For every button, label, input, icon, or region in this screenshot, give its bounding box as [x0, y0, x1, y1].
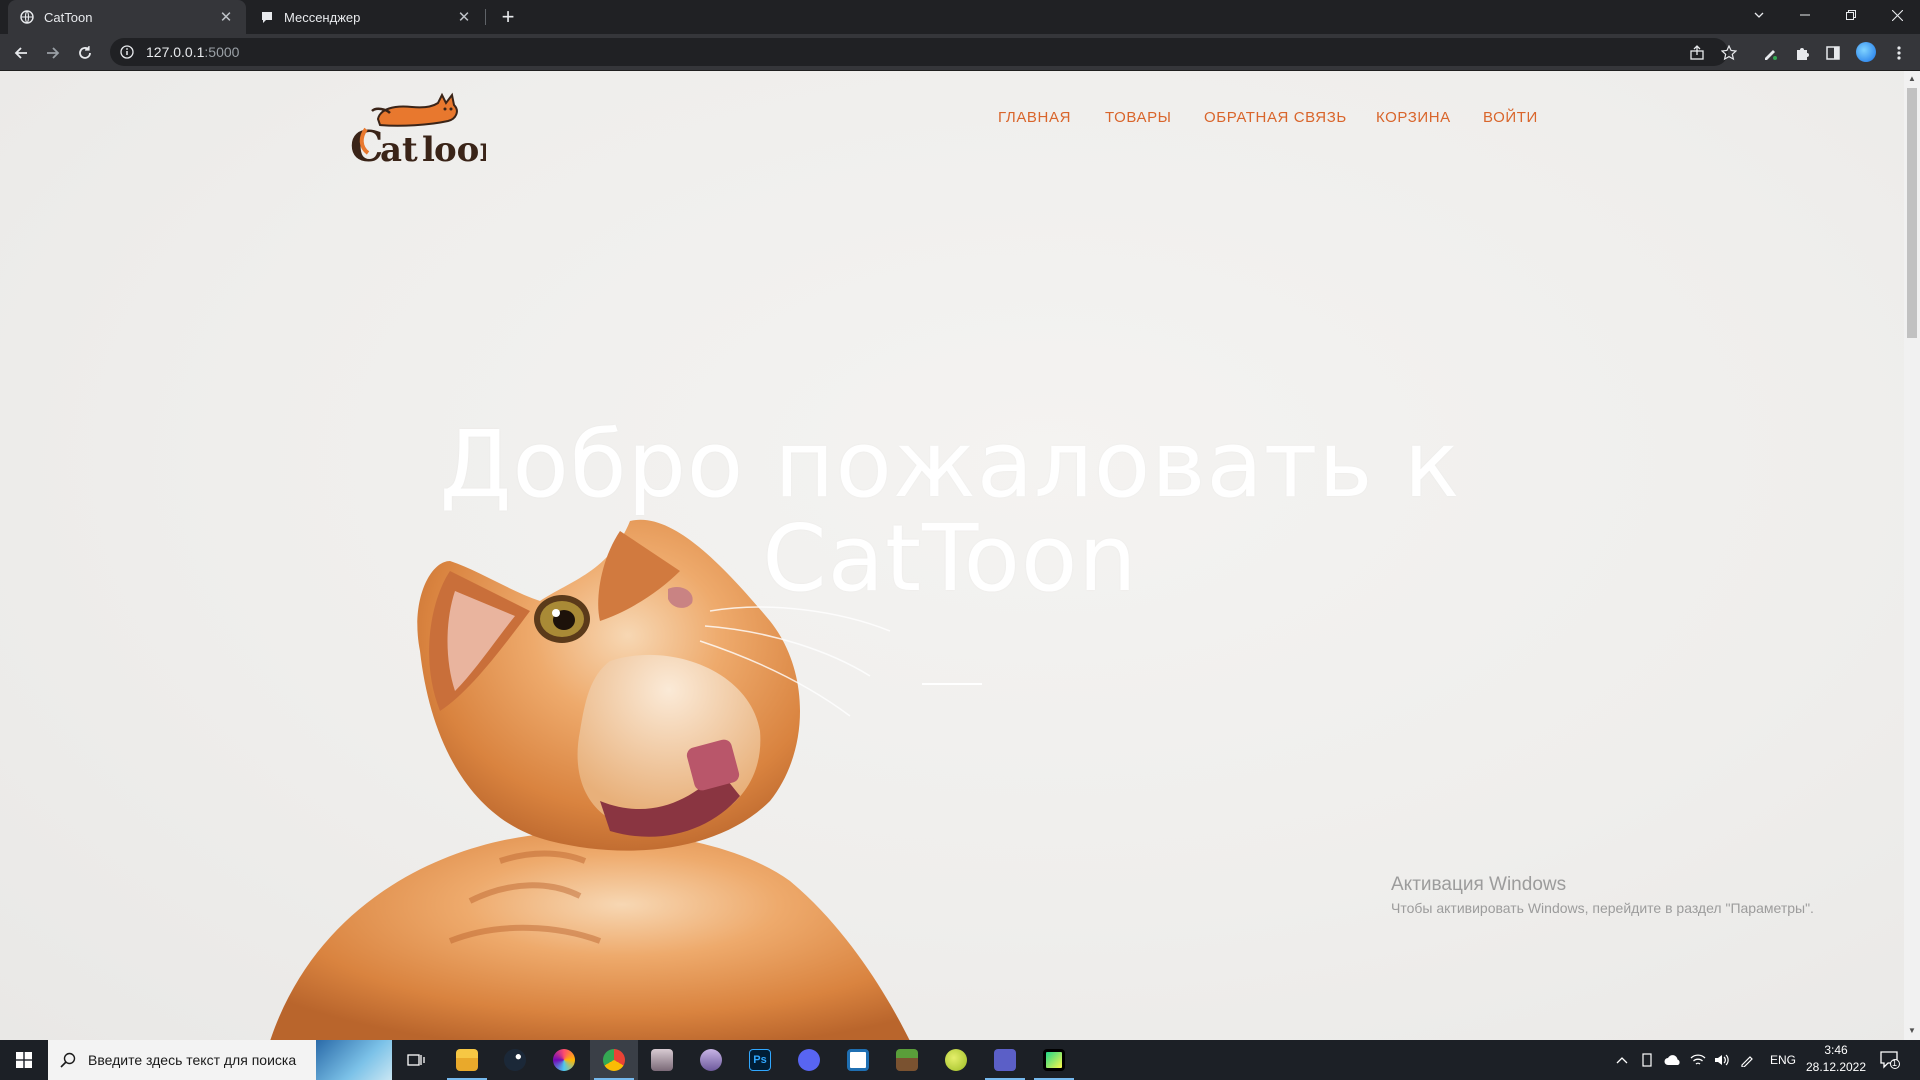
notification-count: 1: [1892, 1058, 1898, 1068]
watermark-title: Активация Windows: [1391, 874, 1567, 895]
system-clock[interactable]: 3:46 28.12.2022: [1802, 1042, 1870, 1076]
browser-tab-strip: CatToon ✕ Мессенджер ✕ +: [0, 0, 1920, 34]
pycharm-icon[interactable]: [1030, 1040, 1078, 1080]
tennis-ball-icon[interactable]: [932, 1040, 980, 1080]
windows-start-icon[interactable]: [0, 1040, 48, 1080]
wifi-icon[interactable]: [1690, 1040, 1706, 1080]
svg-text:oon: oon: [434, 130, 486, 170]
hero-title: Добро пожаловать к CatToon: [330, 418, 1570, 606]
hero-title-line-1: Добро пожаловать к: [439, 411, 1461, 518]
clock-time: 3:46: [1824, 1043, 1848, 1057]
search-highlight-image: [316, 1040, 392, 1080]
browser-toolbar: 127.0.0.1:5000: [0, 34, 1920, 71]
notes-app-icon[interactable]: [834, 1040, 882, 1080]
watermark-subtitle: Чтобы активировать Windows, перейдите в …: [1391, 900, 1814, 916]
side-panel-icon[interactable]: [1820, 40, 1846, 66]
minecraft-icon[interactable]: [883, 1040, 931, 1080]
menu-kebab-icon[interactable]: [1886, 40, 1912, 66]
hero-title-line-2: CatToon: [762, 505, 1138, 612]
tab-title: CatToon: [44, 9, 93, 25]
language-indicator[interactable]: ENG: [1770, 1040, 1796, 1080]
reload-icon[interactable]: [72, 40, 98, 66]
scrollbar-thumb[interactable]: [1907, 88, 1917, 338]
scroll-up-icon[interactable]: ▲: [1908, 75, 1916, 83]
profile-avatar[interactable]: [1856, 42, 1876, 62]
logo-cat-icon: C at l oon: [350, 92, 504, 171]
search-placeholder: Введите здесь текст для поиска: [88, 1052, 297, 1068]
close-tab-icon[interactable]: ✕: [456, 9, 472, 26]
site-info-icon[interactable]: [120, 45, 134, 59]
close-tab-icon[interactable]: ✕: [218, 9, 234, 26]
restore-icon[interactable]: [1828, 0, 1874, 30]
windows-taskbar: Введите здесь текст для поиска Ps ENG 3:…: [0, 1040, 1920, 1080]
site-logo[interactable]: C at l oon: [350, 81, 504, 171]
clock-date: 28.12.2022: [1805, 1060, 1867, 1074]
windows-activation-watermark: Активация Windows Чтобы активировать Win…: [1391, 874, 1814, 916]
nav-products[interactable]: ТОВАРЫ: [1105, 109, 1172, 126]
tab-cattoon[interactable]: CatToon ✕: [8, 0, 246, 34]
bookmark-star-icon[interactable]: [1716, 40, 1742, 66]
globe-icon: [20, 10, 34, 24]
anime-app-2-icon[interactable]: [687, 1040, 735, 1080]
pen-workspace-icon[interactable]: [1740, 1040, 1754, 1080]
nav-home[interactable]: ГЛАВНАЯ: [998, 109, 1071, 126]
anime-app-icon[interactable]: [638, 1040, 686, 1080]
taskbar-search-box[interactable]: Введите здесь текст для поиска: [48, 1040, 392, 1080]
steam-icon[interactable]: [491, 1040, 539, 1080]
discord-icon[interactable]: [785, 1040, 833, 1080]
task-view-icon[interactable]: [392, 1040, 440, 1080]
notifications-icon[interactable]: 1: [1880, 1040, 1900, 1080]
tray-overflow-chevron-icon[interactable]: [1616, 1040, 1628, 1080]
share-icon[interactable]: [1684, 40, 1710, 66]
search-icon: [60, 1052, 76, 1068]
chat-icon: [260, 10, 274, 24]
svg-text:C: C: [350, 122, 383, 171]
tab-separator: [485, 9, 486, 25]
hero-divider: [922, 683, 982, 685]
tab-messenger[interactable]: Мессенджер ✕: [248, 0, 484, 34]
page-scrollbar[interactable]: ▲ ▼: [1904, 71, 1920, 1040]
tab-search-chevron-icon[interactable]: [1736, 0, 1782, 30]
scroll-down-icon[interactable]: ▼: [1908, 1027, 1916, 1035]
address-bar[interactable]: 127.0.0.1:5000: [110, 38, 1728, 66]
onedrive-cloud-icon[interactable]: [1664, 1040, 1682, 1080]
url-text: 127.0.0.1:5000: [146, 44, 240, 60]
minimize-icon[interactable]: [1782, 0, 1828, 30]
new-tab-plus-icon[interactable]: +: [496, 5, 520, 29]
pen-extension-icon[interactable]: [1757, 40, 1783, 66]
colorful-app-icon[interactable]: [540, 1040, 588, 1080]
extensions-puzzle-icon[interactable]: [1789, 40, 1815, 66]
nav-login[interactable]: ВОЙТИ: [1483, 109, 1538, 126]
forward-arrow-icon[interactable]: [40, 40, 66, 66]
volume-icon[interactable]: [1714, 1040, 1730, 1080]
back-arrow-icon[interactable]: [8, 40, 34, 66]
file-explorer-icon[interactable]: [443, 1040, 491, 1080]
device-icon[interactable]: [1640, 1040, 1654, 1080]
nav-cart[interactable]: КОРЗИНА: [1376, 109, 1451, 126]
tab-title: Мессенджер: [284, 9, 361, 25]
nav-feedback[interactable]: ОБРАТНАЯ СВЯЗЬ: [1204, 109, 1347, 126]
photoshop-icon[interactable]: Ps: [736, 1040, 784, 1080]
chrome-icon[interactable]: [590, 1040, 638, 1080]
svg-text:at: at: [380, 130, 418, 170]
close-window-icon[interactable]: [1874, 0, 1920, 30]
teams-icon[interactable]: [981, 1040, 1029, 1080]
